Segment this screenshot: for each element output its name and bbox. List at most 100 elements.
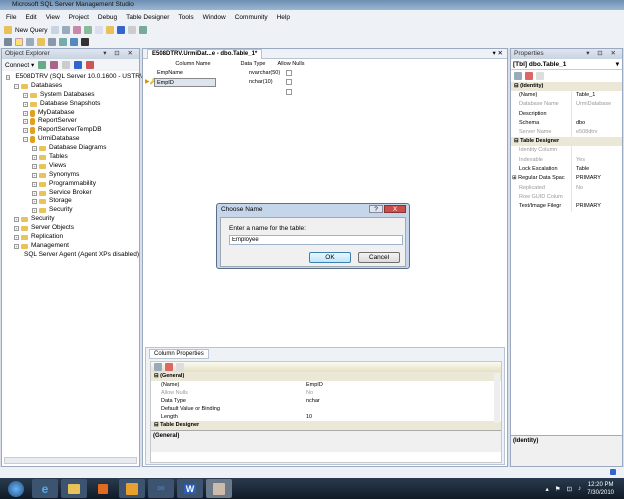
relationships-icon[interactable] xyxy=(4,38,12,46)
network-icon[interactable]: ⊡ xyxy=(567,485,572,493)
ok-button[interactable]: OK xyxy=(309,252,351,263)
db-engine-query-icon[interactable] xyxy=(61,26,70,34)
tree-item[interactable]: + Server Objects xyxy=(6,224,139,233)
vertical-scrollbar[interactable] xyxy=(494,373,500,423)
property-row[interactable]: Lock Escalation Table xyxy=(511,165,622,175)
property-row[interactable]: Description xyxy=(511,109,622,119)
menu-debug[interactable]: Debug xyxy=(98,14,117,21)
object-selector[interactable]: [Tbl] dbo.Table_1 ▾ xyxy=(511,59,622,70)
menu-edit[interactable]: Edit xyxy=(25,14,36,21)
menu-file[interactable]: File xyxy=(6,14,16,21)
tree-item[interactable]: + ReportServer xyxy=(6,117,139,126)
connect-button[interactable]: Connect ▾ xyxy=(5,61,34,69)
property-row[interactable]: Allow Nulls No xyxy=(151,389,501,397)
property-row[interactable]: Schema dbo xyxy=(511,118,622,129)
stop-icon[interactable] xyxy=(62,61,71,69)
tree-item[interactable]: + Programmability xyxy=(6,180,139,189)
fulltext-icon[interactable] xyxy=(48,38,56,46)
tree-item[interactable]: + Views xyxy=(6,162,139,171)
property-row[interactable]: (Name) Table_1 xyxy=(511,91,622,101)
tree-item[interactable]: + Security xyxy=(6,215,139,224)
new-query-button[interactable]: New Query xyxy=(15,27,48,34)
primary-key-icon[interactable] xyxy=(15,38,23,46)
tree-item[interactable]: + Replication xyxy=(6,233,139,242)
analysis-query-icon[interactable] xyxy=(72,26,81,34)
menu-view[interactable]: View xyxy=(46,14,60,21)
property-row[interactable]: Database Name UrmiDatabase xyxy=(511,100,622,110)
dmx-query-icon[interactable] xyxy=(83,26,92,34)
property-row[interactable]: ⊞ Regular Data Spac PRIMARY xyxy=(511,174,622,184)
property-pages-icon[interactable] xyxy=(176,363,184,371)
cell-column-name-selected[interactable]: EmpID xyxy=(154,78,216,87)
manage-relationships-icon[interactable] xyxy=(26,38,34,46)
horizontal-scrollbar[interactable] xyxy=(4,457,137,464)
sort-alpha-icon[interactable] xyxy=(165,363,173,371)
table-name-input[interactable] xyxy=(229,235,403,245)
print-icon[interactable] xyxy=(127,26,136,34)
refresh-icon[interactable] xyxy=(86,61,95,69)
generate-script-icon[interactable] xyxy=(81,38,89,46)
volume-icon[interactable]: ♪ xyxy=(578,485,581,492)
clock[interactable]: 12:20 PM 7/30/2010 xyxy=(587,481,614,497)
expand-icon[interactable]: ⊞ xyxy=(512,175,517,181)
property-row[interactable]: Length 10 xyxy=(151,413,501,421)
allow-nulls-checkbox[interactable] xyxy=(286,70,292,76)
cell-data-type[interactable]: nchar(10) xyxy=(249,79,273,85)
tree-item[interactable]: + Storage xyxy=(6,197,139,206)
menu-community[interactable]: Community xyxy=(235,14,268,21)
categorized-icon[interactable] xyxy=(154,363,162,371)
section-table-designer[interactable]: ⊟ Table Designer xyxy=(151,421,501,430)
filter-icon[interactable] xyxy=(74,61,83,69)
tree-item[interactable]: + Database Snapshots xyxy=(6,100,139,109)
indexes-icon[interactable] xyxy=(37,38,45,46)
section-identity[interactable]: ⊟ (Identity) xyxy=(511,82,622,91)
property-row[interactable]: Data Type nchar xyxy=(151,397,501,405)
help-button[interactable]: ? xyxy=(369,205,383,213)
tree-item[interactable]: + Synonyms xyxy=(6,171,139,180)
new-file-icon[interactable] xyxy=(50,26,59,34)
internet-explorer-icon[interactable]: e xyxy=(32,479,58,498)
tree-item[interactable]: + ReportServerTempDB xyxy=(6,126,139,135)
property-row[interactable]: (Name) EmpID xyxy=(151,381,501,389)
categorized-icon[interactable] xyxy=(514,72,522,80)
tree-item[interactable]: + Security xyxy=(6,206,139,215)
menu-table-designer[interactable]: Table Designer xyxy=(126,14,169,21)
sort-alpha-icon[interactable] xyxy=(525,72,533,80)
menu-window[interactable]: Window xyxy=(203,14,226,21)
property-row[interactable]: Row GUID Colum xyxy=(511,192,622,203)
cancel-button[interactable]: Cancel xyxy=(358,252,400,263)
tree-item[interactable]: + Management xyxy=(6,242,139,251)
allow-nulls-checkbox[interactable] xyxy=(286,89,292,95)
tree-item[interactable]: + MyDatabase xyxy=(6,109,139,118)
panel-controls-icon[interactable]: ▾ ⊡ ✕ xyxy=(586,49,619,59)
menu-help[interactable]: Help xyxy=(277,14,290,21)
tree-item[interactable]: + Tables xyxy=(6,153,139,162)
section-general[interactable]: ⊟ (General) xyxy=(151,372,501,381)
menu-project[interactable]: Project xyxy=(69,14,89,21)
menu-tools[interactable]: Tools xyxy=(178,14,193,21)
panel-controls-icon[interactable]: ▾ ⊡ ✕ xyxy=(103,49,136,59)
tree-item[interactable]: + Database Diagrams xyxy=(6,144,139,153)
property-row[interactable]: Server Name e508dtrv xyxy=(511,128,622,138)
section-table-designer[interactable]: ⊟ Table Designer xyxy=(511,137,622,147)
property-row[interactable]: Replicated No xyxy=(511,183,622,193)
check-constraints-icon[interactable] xyxy=(70,38,78,46)
column-properties-tab[interactable]: Column Properties xyxy=(149,349,209,359)
tree-item[interactable]: + System Databases xyxy=(6,91,139,100)
cell-data-type[interactable]: nvarchar(50) xyxy=(249,70,280,76)
allow-nulls-checkbox[interactable] xyxy=(286,79,292,85)
open-folder-icon[interactable] xyxy=(105,26,114,34)
communicator-icon[interactable]: ∞ xyxy=(148,479,174,498)
close-button[interactable]: X xyxy=(384,205,406,213)
tree-item[interactable]: + Service Broker xyxy=(6,189,139,198)
xml-index-icon[interactable] xyxy=(59,38,67,46)
close-document-icon[interactable]: ▾ ✕ xyxy=(492,49,503,59)
document-tab[interactable]: E508DTRV.UrmiDat...e - dbo.Table_1* xyxy=(147,49,263,59)
word-icon[interactable]: W xyxy=(177,479,203,498)
media-player-icon[interactable] xyxy=(90,479,116,498)
property-row[interactable]: Indexable Yes xyxy=(511,155,622,166)
disconnect-icon[interactable] xyxy=(50,61,59,69)
explorer-folder-icon[interactable] xyxy=(61,479,87,498)
cell-column-name[interactable]: EmpName xyxy=(157,70,183,76)
tree-server[interactable]: − E508DTRV (SQL Server 10.0.1600 - USTR\U… xyxy=(6,73,157,82)
